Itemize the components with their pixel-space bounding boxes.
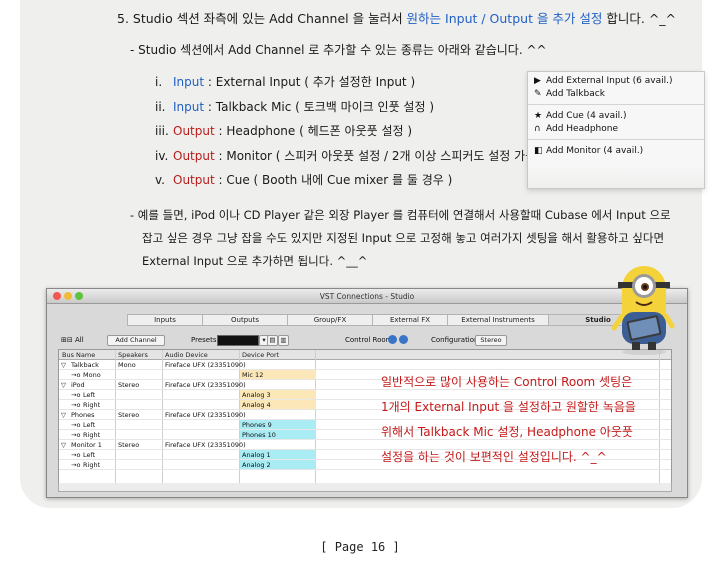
tab-outputs[interactable]: Outputs [202, 314, 287, 326]
configuration-label: Configuration: [431, 336, 481, 344]
headphone-icon: ∩ [534, 124, 541, 134]
bus-name: Right [83, 461, 101, 469]
tab-external-fx[interactable]: External FX [372, 314, 447, 326]
window-titlebar: VST Connections - Studio [47, 289, 687, 304]
bus-name: iPod [71, 381, 85, 389]
speakers-value: Stereo [118, 411, 140, 419]
device-port-value: Analog 3 [242, 391, 271, 399]
menu-item-add-headphone[interactable]: ∩ Add Headphone [534, 124, 618, 134]
audio-device-value: Fireface UFX (23351090) [165, 441, 246, 449]
menu-separator [528, 139, 704, 140]
device-port-value: Phones 9 [242, 421, 272, 429]
speaker-channel-icon: →o [71, 371, 81, 379]
presets-label: Presets [191, 336, 217, 344]
audio-device-value: Fireface UFX (23351090) [165, 381, 246, 389]
expand-all-control[interactable]: ⊞⊟ All [61, 336, 84, 344]
delete-preset-icon[interactable]: ▥ [278, 335, 289, 346]
speakers-value: Stereo [118, 441, 140, 449]
tab-group-fx[interactable]: Group/FX [287, 314, 372, 326]
speakers-value: Stereo [118, 381, 140, 389]
column-device-port[interactable]: Device Port [242, 351, 279, 359]
add-channel-button[interactable]: Add Channel [107, 335, 165, 346]
device-port-value: Mic 12 [242, 371, 264, 379]
table-row[interactable]: ▽ Talkback Mono Fireface UFX (23351090) [59, 360, 671, 370]
microphone-icon: ✎ [534, 89, 542, 99]
input-icon: ▶ [534, 76, 541, 86]
speaker-channel-icon: →o [71, 451, 81, 459]
bus-name: Left [83, 391, 96, 399]
menu-item-add-cue[interactable]: ★ Add Cue (4 avail.) [534, 111, 627, 121]
device-port-value: Analog 2 [242, 461, 271, 469]
horizontal-scrollbar[interactable] [58, 483, 672, 492]
control-room-settings-icon[interactable] [399, 335, 408, 344]
speaker-channel-icon: →o [71, 431, 81, 439]
section-heading: 5. Studio 섹션 좌측에 있는 Add Channel 을 눌러서 원하… [117, 11, 677, 26]
column-bus-name[interactable]: Bus Name [62, 351, 95, 359]
bus-name: Left [83, 451, 96, 459]
save-preset-icon[interactable]: ▤ [267, 335, 278, 346]
device-port-value: Analog 1 [242, 451, 271, 459]
expand-triangle-icon[interactable]: ▽ [61, 381, 66, 389]
add-channel-menu: ▶ Add External Input (6 avail.) ✎ Add Talk… [527, 71, 705, 189]
table-header: Bus Name Speakers Audio Device Device Po… [59, 350, 671, 360]
vst-connections-window: VST Connections - Studio Inputs Outputs … [46, 288, 688, 498]
speaker-channel-icon: →o [71, 461, 81, 469]
device-port-value: Phones 10 [242, 431, 276, 439]
speaker-channel-icon: →o [71, 421, 81, 429]
audio-device-value: Fireface UFX (23351090) [165, 361, 246, 369]
bus-name: Talkback [71, 361, 99, 369]
configuration-select[interactable]: Stereo [475, 335, 507, 346]
window-title: VST Connections - Studio [319, 292, 415, 301]
menu-item-add-external-input[interactable]: ▶ Add External Input (6 avail.) [534, 76, 672, 86]
example-paragraph-line-1: - 예를 들면, iPod 이나 CD Player 같은 외장 Player … [130, 208, 671, 222]
expand-icon: ⊞⊟ [61, 336, 73, 344]
column-speakers[interactable]: Speakers [118, 351, 148, 359]
tab-external-instruments[interactable]: External Instruments [447, 314, 548, 326]
list-item-headphone: iii. Output : Headphone ( 헤드폰 아웃풋 설정 ) [155, 124, 413, 138]
bus-name: Monitor 1 [71, 441, 102, 449]
expand-triangle-icon[interactable]: ▽ [61, 441, 66, 449]
annotation-line-4: 설정을 하는 것이 보편적인 설정입니다. ^_^ [381, 450, 607, 464]
menu-reflection-fade [528, 166, 704, 188]
annotation-line-3: 위해서 Talkback Mic 설정, Headphone 아웃풋 [381, 425, 633, 439]
expand-triangle-icon[interactable]: ▽ [61, 411, 66, 419]
bus-name: Right [83, 431, 101, 439]
minion-illustration [611, 266, 675, 355]
annotation-line-1: 일반적으로 많이 사용하는 Control Room 셋팅은 [381, 375, 633, 389]
column-audio-device[interactable]: Audio Device [165, 351, 208, 359]
bus-name: Phones [71, 411, 95, 419]
expand-triangle-icon[interactable]: ▽ [61, 361, 66, 369]
menu-separator [528, 104, 704, 105]
example-paragraph-line-2: 잡고 싶은 경우 그냥 잡을 수도 있지만 지정된 Input 으로 고정해 놓… [142, 231, 665, 245]
speakers-value: Mono [118, 361, 136, 369]
menu-item-add-talkback[interactable]: ✎ Add Talkback [534, 89, 605, 99]
tab-bar: Inputs Outputs Group/FX External FX Exte… [127, 314, 648, 326]
speaker-channel-icon: →o [71, 401, 81, 409]
subheading-add-channel: - Studio 섹션에서 Add Channel 로 추가할 수 있는 종류는… [130, 43, 547, 57]
audio-device-value: Fireface UFX (23351090) [165, 411, 246, 419]
list-item-monitor: iv. Output : Monitor ( 스피커 아웃풋 설정 / 2개 이상… [155, 149, 527, 163]
example-paragraph-line-3: External Input 으로 추가하면 됩니다. ^__^ [142, 254, 368, 268]
bus-name: Right [83, 401, 101, 409]
bus-name: Left [83, 421, 96, 429]
presets-select[interactable] [217, 335, 259, 346]
menu-item-add-monitor[interactable]: ◧ Add Monitor (4 avail.) [534, 146, 643, 156]
list-item-external-input: i. Input : External Input ( 추가 설정한 Input … [155, 75, 416, 89]
tab-inputs[interactable]: Inputs [127, 314, 202, 326]
star-icon: ★ [534, 111, 543, 121]
list-item-cue: v. Output : Cue ( Booth 내에 Cue mixer 를 둘 … [155, 173, 453, 187]
bus-name: Mono [83, 371, 101, 379]
page-number: [ Page 16 ] [320, 540, 400, 554]
annotation-line-2: 1개의 External Input 을 설정하고 원할한 녹음을 [381, 400, 636, 414]
control-room-power-icon[interactable] [388, 335, 397, 344]
speaker-channel-icon: →o [71, 391, 81, 399]
list-item-talkback-mic: ii. Input : Talkback Mic ( 토크백 마이크 인풋 설정 … [155, 100, 434, 114]
device-port-value: Analog 4 [242, 401, 271, 409]
monitor-icon: ◧ [534, 146, 543, 156]
